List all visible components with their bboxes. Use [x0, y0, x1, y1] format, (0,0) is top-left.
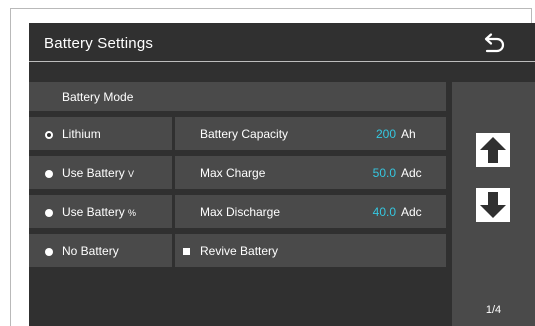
param-unit: Ah	[401, 127, 416, 141]
page-title: Battery Settings	[44, 35, 154, 52]
mode-option-lithium[interactable]: Lithium	[29, 117, 172, 150]
header-divider	[29, 61, 535, 62]
settings-screen: Battery Settings Battery Mode Lithium Us…	[29, 23, 535, 326]
radio-icon	[45, 248, 53, 256]
param-value[interactable]: 200	[376, 127, 396, 141]
param-value[interactable]: 40.0	[373, 205, 396, 219]
param-unit: Adc	[401, 205, 422, 219]
arrow-up-icon	[480, 137, 506, 163]
header: Battery Settings	[29, 23, 535, 61]
mode-option-no-battery[interactable]: No Battery	[29, 234, 172, 267]
param-label: Max Discharge	[200, 205, 281, 219]
revive-battery-label: Revive Battery	[200, 244, 279, 258]
battery-mode-header: Battery Mode	[29, 82, 446, 111]
mode-label-suffix: V	[128, 169, 135, 179]
radio-selected-icon	[45, 131, 53, 139]
mode-label: Use Battery	[62, 166, 129, 180]
arrow-down-icon	[480, 192, 506, 218]
return-arrow-icon	[484, 33, 505, 53]
mode-option-use-battery-percent[interactable]: Use Battery %	[29, 195, 172, 228]
mode-label: Use Battery	[62, 205, 129, 219]
param-row-max-discharge[interactable]: Max Discharge 40.0 Adc	[175, 195, 446, 228]
param-value[interactable]: 50.0	[373, 166, 396, 180]
frame-top-border	[10, 8, 532, 9]
radio-icon	[45, 170, 53, 178]
mode-label: Lithium	[62, 127, 101, 141]
battery-mode-label: Battery Mode	[62, 90, 134, 104]
mode-label: No Battery	[62, 244, 119, 258]
page-up-button[interactable]	[476, 133, 510, 167]
param-row-max-charge[interactable]: Max Charge 50.0 Adc	[175, 156, 446, 189]
page-down-button[interactable]	[476, 188, 510, 222]
param-label: Battery Capacity	[200, 127, 289, 141]
param-row-battery-capacity[interactable]: Battery Capacity 200 Ah	[175, 117, 446, 150]
revive-battery-toggle[interactable]: Revive Battery	[175, 234, 446, 267]
page-nav-panel: 1/4	[452, 82, 535, 326]
mode-label-suffix: %	[128, 208, 137, 218]
radio-icon	[45, 209, 53, 217]
page-indicator: 1/4	[485, 304, 502, 316]
param-label: Max Charge	[200, 166, 266, 180]
param-unit: Adc	[401, 166, 422, 180]
mode-option-use-battery-v[interactable]: Use Battery V	[29, 156, 172, 189]
frame-left-border	[10, 8, 11, 326]
back-button[interactable]	[479, 31, 509, 57]
checkbox-icon[interactable]	[183, 248, 190, 255]
